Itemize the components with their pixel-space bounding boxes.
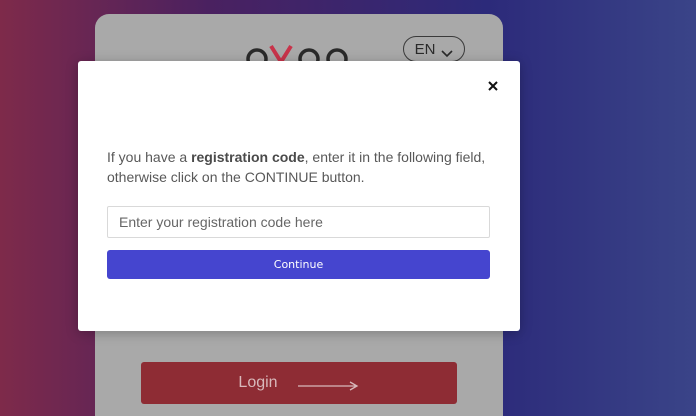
- registration-code-dialog: If you have a registration code, enter i…: [78, 61, 520, 331]
- dialog-message: If you have a registration code, enter i…: [107, 147, 499, 187]
- message-bold: registration code: [191, 149, 305, 165]
- close-button[interactable]: [486, 79, 500, 93]
- registration-code-input[interactable]: [107, 206, 490, 238]
- close-icon: [488, 81, 498, 91]
- message-prefix: If you have a: [107, 149, 192, 165]
- continue-button[interactable]: Continue: [107, 250, 490, 279]
